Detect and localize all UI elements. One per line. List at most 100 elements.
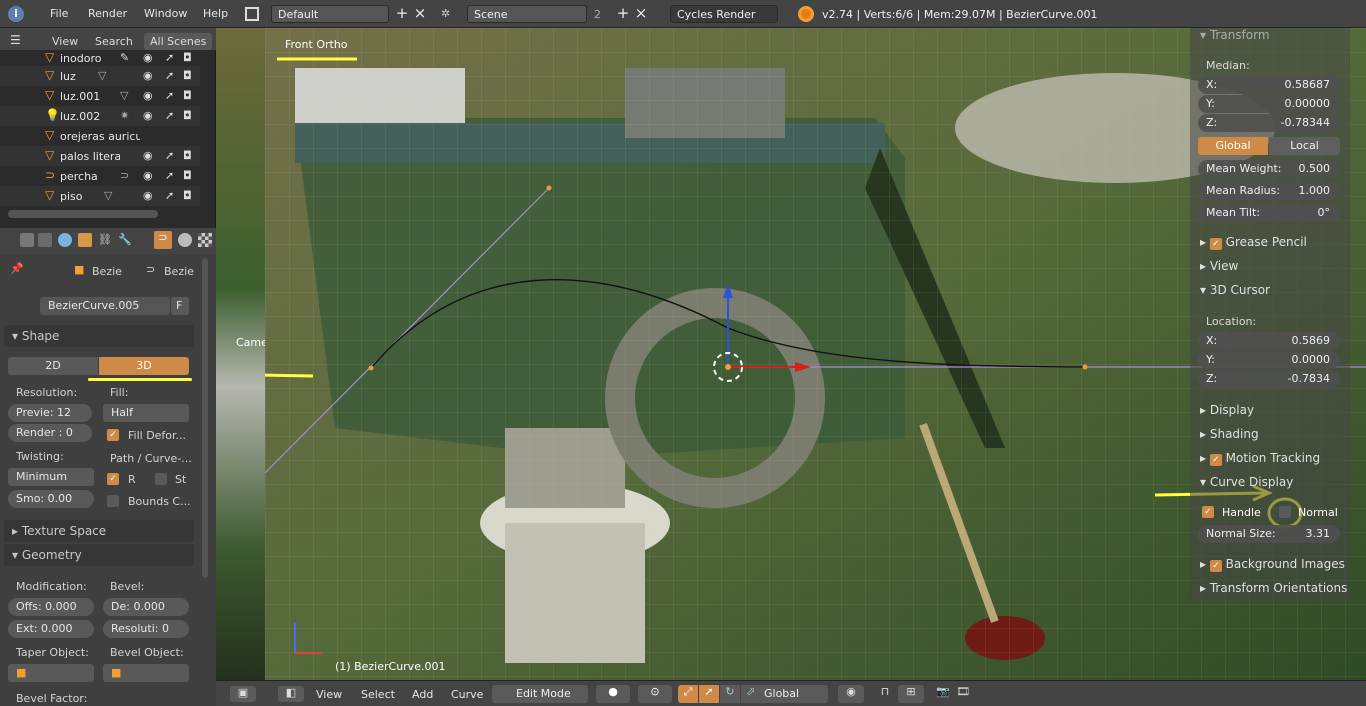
menu-window[interactable]: Window	[144, 7, 187, 20]
local-button[interactable]: Local	[1269, 137, 1340, 155]
layout-icon[interactable]	[245, 7, 259, 21]
median-x-field[interactable]: X: 0.58687	[1198, 76, 1340, 94]
render-tab-icon[interactable]	[20, 233, 34, 247]
texture-space-panel-header[interactable]: ▸ Texture Space	[4, 520, 194, 542]
modifier-tab-icon[interactable]: 🔧	[118, 233, 132, 247]
3d-cursor-header[interactable]: ▾ 3D Cursor	[1200, 283, 1270, 297]
twisting-select[interactable]: Minimum	[8, 468, 94, 486]
bounds-clamp-checkbox[interactable]	[107, 495, 119, 507]
transform-header[interactable]: ▾ Transform	[1200, 28, 1270, 42]
snap-toggle-icon[interactable]: ⊓	[876, 685, 894, 703]
outliner-editor-icon[interactable]: ☰	[10, 33, 21, 47]
scene-tab-icon[interactable]	[38, 233, 52, 247]
background-images-checkbox[interactable]: ✓	[1209, 560, 1222, 572]
bevel-object-field[interactable]: ■	[103, 664, 189, 682]
global-button[interactable]: Global	[1198, 137, 1268, 155]
outliner-scrollbar[interactable]	[8, 210, 158, 218]
mean-radius-field[interactable]: Mean Radius: 1.000	[1198, 182, 1340, 200]
camera-icon[interactable]: ◘	[183, 69, 192, 82]
median-z-field[interactable]: Z: -0.78344	[1198, 114, 1340, 132]
outliner-item[interactable]: ▽ inodoro ✎ ◉ ➚ ◘	[0, 48, 200, 68]
tab-view[interactable]: View	[52, 35, 78, 48]
curve-data-tab-icon[interactable]: ⊃	[154, 231, 172, 249]
geometry-panel-header[interactable]: ▾ Geometry	[4, 544, 194, 566]
context-curve[interactable]: Bezie	[164, 265, 194, 278]
bevel-resolution-field[interactable]: Resoluti: 0	[103, 620, 189, 638]
eye-icon[interactable]: ◉	[143, 89, 153, 102]
fill-deform-checkbox[interactable]: ✓	[107, 429, 119, 441]
close-layout-icon[interactable]: ×	[411, 5, 429, 23]
camera-icon[interactable]: ◘	[183, 51, 192, 64]
eye-icon[interactable]: ◉	[143, 51, 153, 64]
translate-icon[interactable]: ➚	[699, 685, 719, 703]
orientation-select[interactable]: Global	[756, 685, 828, 703]
cursor-x-field[interactable]: X: 0.5869	[1198, 332, 1340, 350]
render-preview-icon[interactable]: 📷	[934, 685, 952, 703]
mode-select[interactable]: Edit Mode	[492, 685, 588, 703]
menu-file[interactable]: File	[50, 7, 68, 20]
editor-type-icon[interactable]: ▣	[230, 686, 256, 702]
camera-icon[interactable]: ◘	[183, 109, 192, 122]
camera-icon[interactable]: ◘	[183, 189, 192, 202]
camera-icon[interactable]: ◘	[183, 169, 192, 182]
eye-icon[interactable]: ◉	[143, 189, 153, 202]
texture-tab-icon[interactable]	[198, 233, 212, 247]
proportional-edit-icon[interactable]: ◉	[838, 685, 864, 703]
control-point[interactable]	[546, 185, 552, 191]
transform-orientations-header[interactable]: ▸ Transform Orientations	[1200, 581, 1347, 595]
outliner-item[interactable]: ▽ luz.001 ▽ ◉ ➚ ◘	[0, 86, 200, 106]
smooth-field[interactable]: Smo: 0.00	[8, 490, 94, 508]
3d-button[interactable]: 3D	[99, 357, 189, 375]
mean-tilt-field[interactable]: Mean Tilt: 0°	[1198, 204, 1340, 222]
close-scene-icon[interactable]: ×	[632, 5, 650, 23]
grease-pencil-checkbox[interactable]: ✓	[1209, 238, 1222, 250]
outliner-item[interactable]: ⊃ percha ⊃ ◉ ➚ ◘	[0, 166, 200, 186]
camera-icon[interactable]: ◘	[183, 89, 192, 102]
menu-curve[interactable]: Curve	[451, 688, 483, 701]
bevel-depth-field[interactable]: De: 0.000	[103, 598, 189, 616]
shading-header[interactable]: ▸ Shading	[1200, 427, 1259, 441]
curve-display-header[interactable]: ▾ Curve Display	[1200, 475, 1293, 489]
rotate-icon[interactable]: ↻	[720, 685, 740, 703]
outliner-item[interactable]: ▽ palos litera ◉ ➚ ◘	[0, 146, 200, 166]
outliner-item[interactable]: ▽ luz ▽ ◉ ➚ ◘	[0, 66, 200, 86]
pin-icon[interactable]: 📌	[10, 262, 24, 275]
shape-panel-header[interactable]: ▾ Shape	[4, 325, 194, 347]
menu-select[interactable]: Select	[361, 688, 395, 701]
motion-tracking-checkbox[interactable]: ✓	[1209, 454, 1222, 466]
background-images-header[interactable]: ▸ ✓ Background Images	[1200, 557, 1345, 572]
scene-icon[interactable]: ✲	[441, 7, 457, 21]
display-header[interactable]: ▸ Display	[1200, 403, 1254, 417]
offset-field[interactable]: Offs: 0.000	[8, 598, 94, 616]
layout-field[interactable]: Default	[271, 5, 389, 23]
scene-field[interactable]: Scene	[467, 5, 587, 23]
menu-help[interactable]: Help	[203, 7, 228, 20]
render-resolution-field[interactable]: Render : 0	[8, 424, 92, 442]
normal-checkbox[interactable]	[1279, 506, 1291, 518]
stretch-checkbox[interactable]	[155, 473, 167, 485]
mean-weight-field[interactable]: Mean Weight: 0.500	[1198, 160, 1340, 178]
cursor-icon[interactable]: ➚	[165, 169, 174, 182]
radius-checkbox[interactable]: ✓	[107, 473, 119, 485]
manipulator-toggle-icon[interactable]: ⤢	[678, 685, 698, 703]
snap-element-icon[interactable]: ⊞	[898, 685, 924, 703]
eye-icon[interactable]: ◉	[143, 109, 153, 122]
fill-mode-select[interactable]: Half	[103, 404, 189, 422]
cursor-z-field[interactable]: Z: -0.7834	[1198, 370, 1340, 388]
cursor-icon[interactable]: ➚	[165, 109, 174, 122]
cursor-icon[interactable]: ➚	[165, 51, 174, 64]
outliner-item[interactable]: ▽ orejeras auricul	[0, 126, 200, 146]
world-tab-icon[interactable]	[58, 233, 72, 247]
cube-menu-icon[interactable]: ◧	[278, 686, 304, 702]
control-point[interactable]	[368, 365, 374, 371]
normal-size-field[interactable]: Normal Size: 3.31	[1198, 525, 1340, 543]
menu-render[interactable]: Render	[88, 7, 127, 20]
outliner-item[interactable]: 💡 luz.002 ✷ ◉ ➚ ◘	[0, 106, 200, 126]
cursor-icon[interactable]: ➚	[165, 149, 174, 162]
add-layout-icon[interactable]: +	[393, 5, 411, 23]
cursor-y-field[interactable]: Y: 0.0000	[1198, 351, 1340, 369]
info-editor-icon[interactable]: i	[8, 6, 24, 22]
context-object[interactable]: Bezie	[92, 265, 122, 278]
tab-search[interactable]: Search	[95, 35, 133, 48]
outliner-item[interactable]: ▽ piso ▽ ◉ ➚ ◘	[0, 186, 200, 206]
